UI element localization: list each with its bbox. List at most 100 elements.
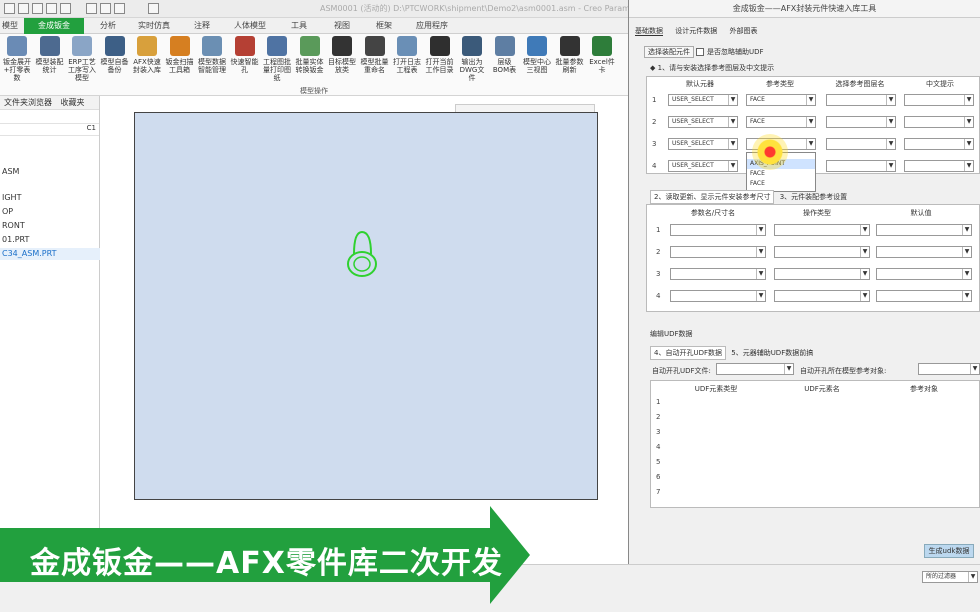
open-file-icon[interactable] — [18, 3, 29, 14]
tab-analysis[interactable]: 分析 — [88, 18, 128, 34]
regenerate-icon[interactable] — [86, 3, 97, 14]
chevron-down-icon[interactable]: ▼ — [886, 95, 895, 105]
chevron-down-icon[interactable]: ▼ — [806, 139, 815, 149]
ribbon-button[interactable]: 目标模型放类 — [327, 36, 357, 84]
default-value-select[interactable]: ▼ — [876, 268, 972, 280]
tab-basic-data[interactable]: 基础数据 — [635, 27, 663, 36]
checkbox-box[interactable] — [696, 48, 704, 56]
tree-item[interactable]: IGHT — [0, 192, 100, 204]
chevron-down-icon[interactable]: ▼ — [728, 161, 737, 171]
ignore-udf-checkbox[interactable]: 是否忽略辅助UDF — [696, 47, 764, 57]
ribbon-button[interactable]: 模型自备备份 — [100, 36, 130, 84]
ref-object-select[interactable]: ▼ — [918, 363, 980, 375]
operation-type-select[interactable]: ▼ — [774, 246, 870, 258]
tree-item[interactable]: RONT — [0, 220, 100, 232]
tree-item[interactable]: ASM — [0, 166, 100, 178]
ribbon-button[interactable]: Excel件卡 — [587, 36, 617, 84]
windows-icon[interactable] — [100, 3, 111, 14]
tab-assembly-reference[interactable]: 3、元件装配参考设置 — [777, 191, 850, 203]
tab-framework[interactable]: 框架 — [366, 18, 402, 34]
param-name-select[interactable]: ▼ — [670, 268, 766, 280]
tab-auto-hole-udf[interactable]: 4、自动开孔UDF数据 — [650, 346, 726, 360]
chevron-down-icon[interactable]: ▼ — [728, 117, 737, 127]
default-component-select[interactable]: USER_SELECT ▼ — [668, 116, 738, 128]
chevron-down-icon[interactable]: ▼ — [806, 117, 815, 127]
tab-human-model[interactable]: 人体模型 — [228, 18, 272, 34]
chevron-down-icon[interactable]: ▼ — [964, 161, 973, 171]
param-name-select[interactable]: ▼ — [670, 224, 766, 236]
chevron-down-icon[interactable]: ▼ — [756, 225, 765, 235]
filter-select[interactable]: 所的过滤器 ▼ — [922, 571, 978, 583]
operation-type-select[interactable]: ▼ — [774, 224, 870, 236]
chinese-hint-select[interactable]: ▼ — [904, 160, 974, 172]
chevron-down-icon[interactable]: ▼ — [756, 247, 765, 257]
udf-file-select[interactable]: ▼ — [716, 363, 794, 375]
reference-layer-select[interactable]: ▼ — [826, 116, 896, 128]
default-value-select[interactable]: ▼ — [876, 224, 972, 236]
ribbon-button[interactable]: 打开当前工作目录 — [425, 36, 455, 84]
ribbon-button[interactable]: 层级BOM表 — [490, 36, 520, 84]
reference-type-select[interactable]: FACE ▼ — [746, 94, 816, 106]
chevron-down-icon[interactable]: ▼ — [756, 291, 765, 301]
ribbon-button[interactable]: 输出为DWG文件 — [457, 36, 487, 84]
tab-external-table[interactable]: 外部图表 — [729, 27, 757, 35]
tab-applications[interactable]: 应用程序 — [410, 18, 454, 34]
sheet-metal-part[interactable] — [134, 112, 598, 500]
ribbon-button[interactable]: 模型装配统计 — [35, 36, 65, 84]
ribbon-button[interactable]: 批量实体转换钣金 — [295, 36, 325, 84]
reference-layer-select[interactable]: ▼ — [826, 94, 896, 106]
chinese-hint-select[interactable]: ▼ — [904, 94, 974, 106]
ribbon-button[interactable]: 钣金展开+打零表数 — [2, 36, 32, 84]
ribbon-button[interactable]: 工程图批量打印图纸 — [262, 36, 292, 84]
chevron-down-icon[interactable]: ▼ — [964, 95, 973, 105]
tab-read-update[interactable]: 2、读取更新、显示元件安装参考尺寸 — [650, 190, 775, 204]
ribbon-button[interactable]: 快速智能孔 — [230, 36, 260, 84]
chevron-down-icon[interactable]: ▼ — [886, 117, 895, 127]
chevron-down-icon[interactable]: ▼ — [860, 291, 869, 301]
chevron-down-icon[interactable]: ▼ — [968, 572, 977, 582]
ribbon-button[interactable]: 模型批量重命名 — [360, 36, 390, 84]
chevron-down-icon[interactable]: ▼ — [860, 225, 869, 235]
param-name-select[interactable]: ▼ — [670, 290, 766, 302]
tab-annotate[interactable]: 注释 — [184, 18, 220, 34]
default-component-select[interactable]: USER_SELECT ▼ — [668, 94, 738, 106]
chevron-down-icon[interactable]: ▼ — [962, 225, 971, 235]
reference-type-select[interactable]: FACE ▼ — [746, 116, 816, 128]
chevron-down-icon[interactable]: ▼ — [964, 139, 973, 149]
operation-type-select[interactable]: ▼ — [774, 290, 870, 302]
ribbon-button[interactable]: 批量参数刷新 — [555, 36, 585, 84]
save-icon[interactable] — [32, 3, 43, 14]
chinese-hint-select[interactable]: ▼ — [904, 138, 974, 150]
param-name-select[interactable]: ▼ — [670, 246, 766, 258]
tab-model[interactable]: 模型 — [0, 18, 20, 34]
tab-component-data[interactable]: 设计元件数据 — [675, 27, 717, 35]
dropdown-option[interactable]: FACE — [747, 179, 815, 189]
tree-item[interactable]: 01.PRT — [0, 234, 100, 246]
ribbon-button[interactable]: 钣金扫描工具箱 — [165, 36, 195, 84]
reference-layer-select[interactable]: ▼ — [826, 160, 896, 172]
chevron-down-icon[interactable]: ▼ — [886, 139, 895, 149]
tree-item-selected[interactable]: C34_ASM.PRT — [0, 248, 100, 260]
reference-layer-select[interactable]: ▼ — [826, 138, 896, 150]
chevron-down-icon[interactable]: ▼ — [728, 139, 737, 149]
tab-view[interactable]: 视图 — [324, 18, 360, 34]
chevron-down-icon[interactable]: ▼ — [886, 161, 895, 171]
chevron-down-icon[interactable]: ▼ — [860, 269, 869, 279]
undo-icon[interactable] — [46, 3, 57, 14]
select-component-button[interactable]: 选择装配元件 — [644, 46, 694, 58]
chinese-hint-select[interactable]: ▼ — [904, 116, 974, 128]
ribbon-button[interactable]: 模型数据智能管理 — [197, 36, 227, 84]
ribbon-button[interactable]: ERP工艺工序写入模型 — [67, 36, 97, 84]
chevron-down-icon[interactable]: ▼ — [964, 117, 973, 127]
ribbon-button[interactable]: 打开日志工程表 — [392, 36, 422, 84]
close-window-icon[interactable] — [114, 3, 125, 14]
settings-icon[interactable] — [148, 3, 159, 14]
dropdown-option[interactable]: FACE — [747, 169, 815, 179]
chevron-down-icon[interactable]: ▼ — [860, 247, 869, 257]
chevron-down-icon[interactable]: ▼ — [962, 291, 971, 301]
chevron-down-icon[interactable]: ▼ — [806, 95, 815, 105]
default-component-select[interactable]: USER_SELECT ▼ — [668, 160, 738, 172]
default-component-select[interactable]: USER_SELECT ▼ — [668, 138, 738, 150]
favorites-tab[interactable]: 收藏夹 — [61, 98, 85, 107]
tab-component-udf[interactable]: 5、元器辅助UDF数据前搞 — [728, 347, 816, 359]
